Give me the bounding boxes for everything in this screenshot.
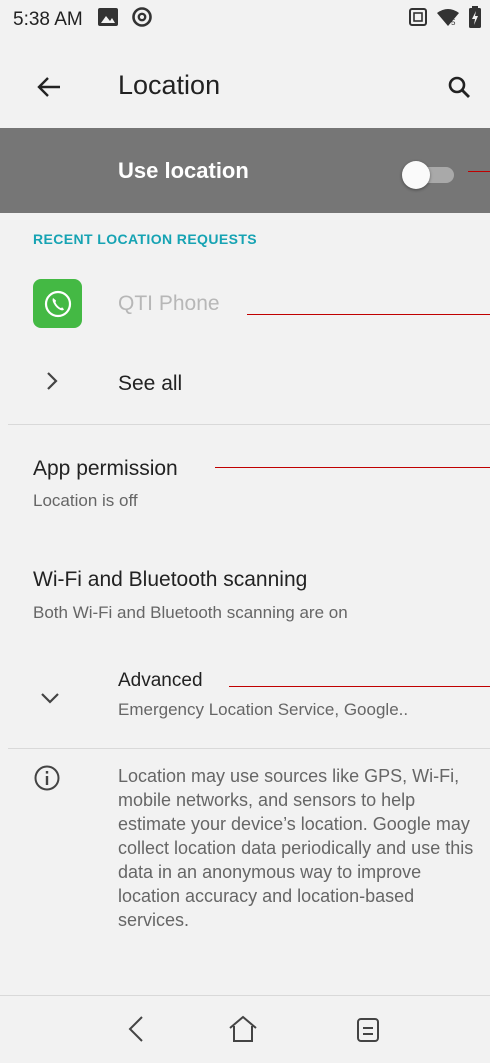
phone-icon: [33, 279, 82, 328]
page-title: Location: [118, 70, 221, 100]
nav-back-icon: [128, 1016, 143, 1042]
search-button[interactable]: [442, 70, 476, 104]
recent-requests-header: RECENT LOCATION REQUESTS: [33, 231, 258, 247]
navigation-bar: [0, 995, 490, 1063]
nav-back-button[interactable]: [114, 1009, 158, 1049]
chevron-down-icon: [41, 693, 59, 704]
arrow-left-icon: [37, 77, 60, 97]
use-location-label: Use location: [118, 158, 249, 183]
recent-app-row[interactable]: QTI Phone: [0, 265, 490, 340]
at-sign-notification-icon: [131, 6, 153, 34]
divider: [8, 424, 490, 425]
nav-home-icon: [229, 1015, 257, 1042]
advanced-item[interactable]: Advanced Emergency Location Service, Goo…: [0, 650, 490, 745]
toggle-thumb: [402, 161, 430, 189]
app-permission-title: App permission: [33, 457, 178, 480]
wifi-signal-icon: 5: [436, 7, 460, 33]
back-button[interactable]: [32, 70, 66, 104]
app-permission-item[interactable]: App permission Location is off: [0, 440, 490, 530]
image-notification-icon: [97, 7, 119, 33]
annotation-line: [229, 686, 490, 687]
see-all-label: See all: [118, 372, 183, 395]
nav-recents-button[interactable]: [346, 1009, 390, 1049]
advanced-summary: Emergency Location Service, Google..: [118, 700, 409, 719]
annotation-line: [215, 467, 490, 468]
divider: [8, 748, 490, 749]
info-icon: [34, 765, 60, 791]
location-info: Location may use sources like GPS, Wi-Fi…: [0, 750, 490, 995]
status-bar: 5:38 AM 5: [0, 0, 490, 40]
recent-app-name: QTI Phone: [118, 292, 220, 315]
use-location-toggle[interactable]: [402, 161, 454, 189]
use-location-switch-bar[interactable]: Use location: [0, 128, 490, 213]
screenshot-icon: [408, 7, 428, 33]
nav-recents-icon: [357, 1018, 379, 1042]
chevron-right-icon: [47, 372, 58, 390]
scanning-item[interactable]: Wi-Fi and Bluetooth scanning Both Wi-Fi …: [0, 555, 490, 645]
nav-home-button[interactable]: [221, 1009, 265, 1049]
search-icon: [448, 76, 470, 98]
see-all-row[interactable]: See all: [0, 345, 490, 420]
scanning-summary: Both Wi-Fi and Bluetooth scanning are on: [33, 603, 348, 622]
location-info-text: Location may use sources like GPS, Wi-Fi…: [118, 766, 474, 930]
status-time: 5:38 AM: [13, 9, 83, 30]
annotation-line: [468, 171, 490, 172]
svg-text:5: 5: [451, 18, 456, 27]
annotation-line: [247, 314, 490, 315]
battery-charging-icon: [468, 6, 482, 34]
app-bar: Location: [0, 40, 490, 128]
advanced-title: Advanced: [118, 670, 203, 691]
app-permission-summary: Location is off: [33, 491, 138, 510]
scanning-title: Wi-Fi and Bluetooth scanning: [33, 568, 308, 591]
